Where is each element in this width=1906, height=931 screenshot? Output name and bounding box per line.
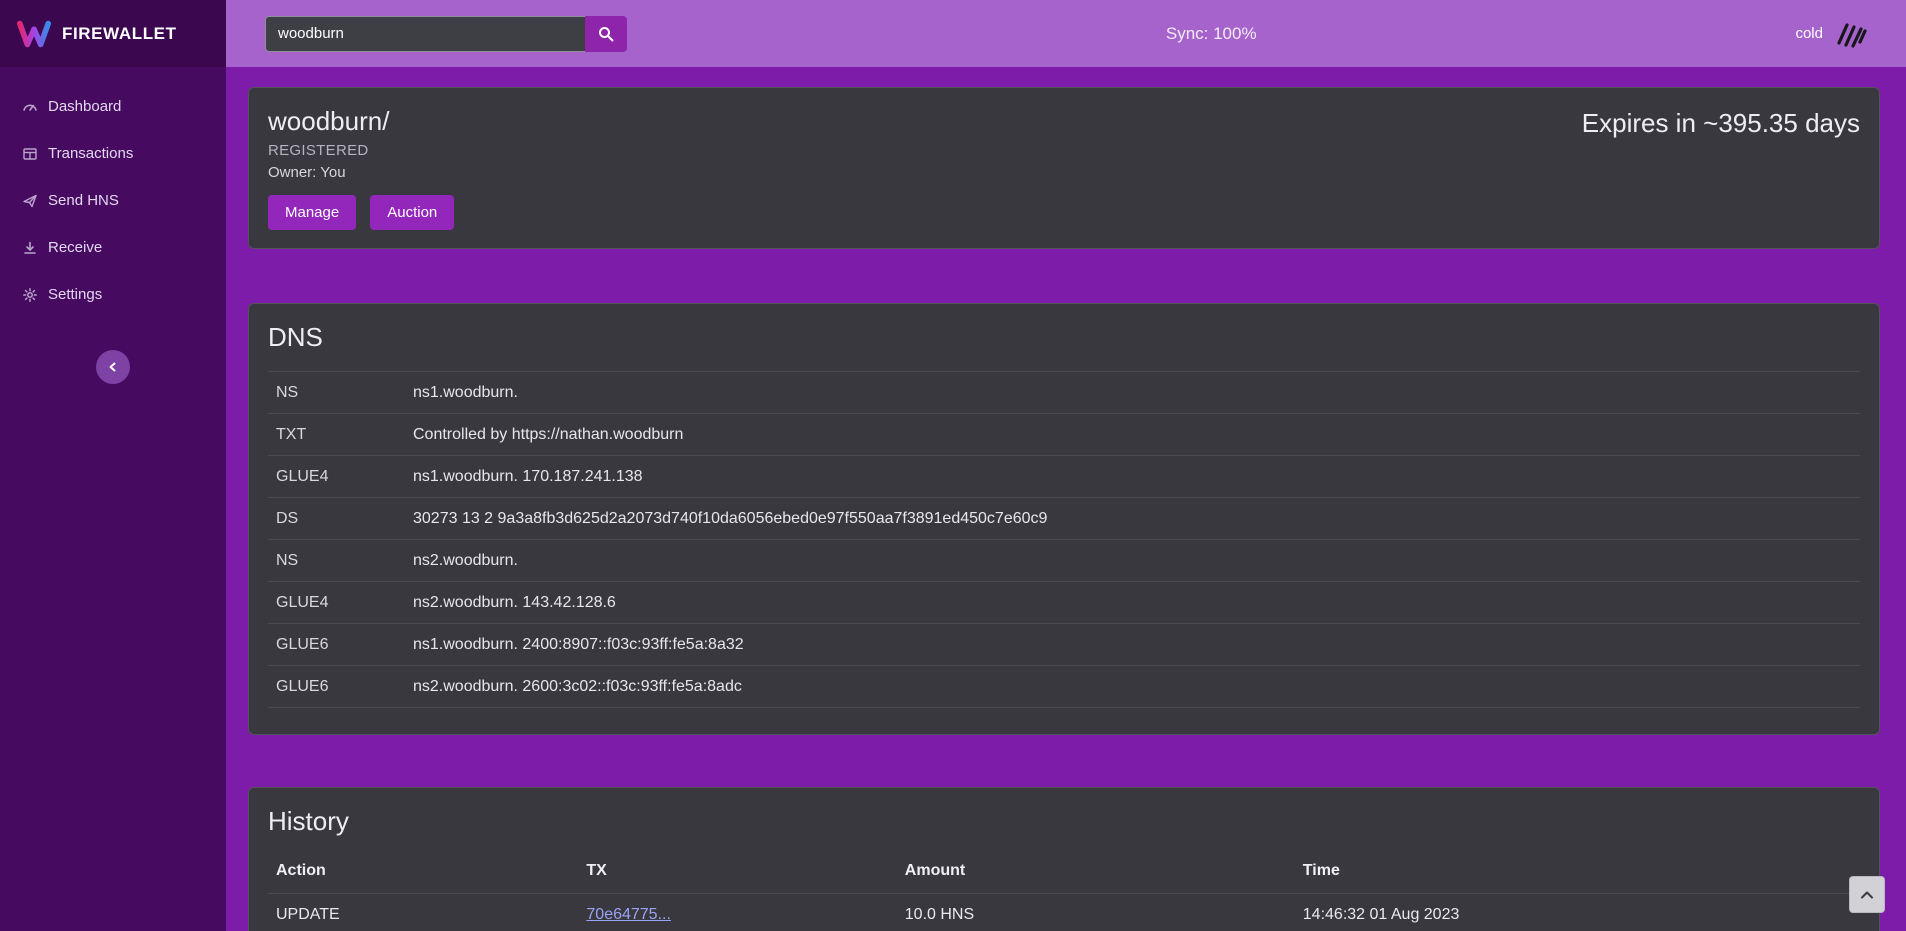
manage-button[interactable]: Manage xyxy=(268,195,356,230)
dns-card: DNS NS ns1.woodburn. TXT Controlled by h… xyxy=(248,303,1880,735)
tx-link[interactable]: 70e64775... xyxy=(586,906,671,923)
sidebar-item-label: Dashboard xyxy=(48,98,121,115)
content-area: woodburn/ REGISTERED Owner: You Manage A… xyxy=(226,67,1906,931)
dns-row: GLUE6 ns1.woodburn. 2400:8907::f03c:93ff… xyxy=(268,623,1860,665)
sidebar-item-send-hns[interactable]: Send HNS xyxy=(0,177,226,224)
domain-expiry: Expires in ~395.35 days xyxy=(1582,106,1860,139)
domain-status-badge: REGISTERED xyxy=(268,142,454,159)
sidebar-item-transactions[interactable]: Transactions xyxy=(0,130,226,177)
dns-row: GLUE4 ns2.woodburn. 143.42.128.6 xyxy=(268,581,1860,623)
dns-row: TXT Controlled by https://nathan.woodbur… xyxy=(268,413,1860,455)
dns-record-value: ns1.woodburn. 2400:8907::f03c:93ff:fe5a:… xyxy=(413,636,744,654)
receive-icon xyxy=(22,240,38,256)
domain-card: woodburn/ REGISTERED Owner: You Manage A… xyxy=(248,87,1880,249)
dns-row: NS ns2.woodburn. xyxy=(268,539,1860,581)
dns-record-value: ns1.woodburn. 170.187.241.138 xyxy=(413,468,643,486)
domain-owner: Owner: You xyxy=(268,164,454,181)
domain-actions: Manage Auction xyxy=(268,195,454,230)
dns-record-value: ns1.woodburn. xyxy=(413,384,518,402)
dns-record-value: 30273 13 2 9a3a8fb3d625d2a2073d740f10da6… xyxy=(413,510,1047,528)
dns-row: GLUE4 ns1.woodburn. 170.187.241.138 xyxy=(268,455,1860,497)
history-time: 14:46:32 01 Aug 2023 xyxy=(1303,906,1860,924)
brand-name: FIREWALLET xyxy=(62,24,177,44)
chevron-left-icon xyxy=(107,361,119,373)
dns-record-type: DS xyxy=(268,510,413,528)
history-col-time: Time xyxy=(1303,862,1860,880)
dns-row: GLUE6 ns2.woodburn. 2600:3c02::f03c:93ff… xyxy=(268,665,1860,707)
topbar: Sync: 100% cold xyxy=(226,0,1906,67)
sidebar-item-label: Settings xyxy=(48,286,102,303)
dns-record-type: NS xyxy=(268,552,413,570)
history-row: UPDATE 70e64775... 10.0 HNS 14:46:32 01 … xyxy=(268,893,1860,931)
dns-record-value: ns2.woodburn. xyxy=(413,552,518,570)
dns-table: NS ns1.woodburn. TXT Controlled by https… xyxy=(268,371,1860,708)
domain-name: woodburn/ xyxy=(268,106,454,137)
send-icon xyxy=(22,193,38,209)
wallet-hand-logo-icon xyxy=(1834,20,1868,48)
search-input[interactable] xyxy=(265,16,585,52)
history-action: UPDATE xyxy=(268,906,586,924)
auction-button[interactable]: Auction xyxy=(370,195,454,230)
dns-record-value: ns2.woodburn. 143.42.128.6 xyxy=(413,594,616,612)
history-table-header: Action TX Amount Time xyxy=(268,849,1860,893)
history-title: History xyxy=(268,806,1860,837)
main-area: Sync: 100% cold woodburn/ REGISTERED Own… xyxy=(226,0,1906,931)
domain-info: woodburn/ REGISTERED Owner: You Manage A… xyxy=(268,106,454,230)
dns-record-value: ns2.woodburn. 2600:3c02::f03c:93ff:fe5a:… xyxy=(413,678,742,696)
sync-status: Sync: 100% xyxy=(627,24,1795,44)
wallet-mode-label: cold xyxy=(1795,25,1823,42)
dashboard-icon xyxy=(22,99,38,115)
dns-record-type: GLUE4 xyxy=(268,594,413,612)
dns-record-type: GLUE6 xyxy=(268,636,413,654)
sidebar-item-settings[interactable]: Settings xyxy=(0,271,226,318)
search-button[interactable] xyxy=(585,16,627,52)
settings-icon xyxy=(22,287,38,303)
history-col-tx: TX xyxy=(586,862,904,880)
sidebar-item-label: Transactions xyxy=(48,145,133,162)
dns-row: DS 30273 13 2 9a3a8fb3d625d2a2073d740f10… xyxy=(268,497,1860,539)
brand: FIREWALLET xyxy=(0,0,226,67)
sidebar-item-label: Send HNS xyxy=(48,192,119,209)
dns-title: DNS xyxy=(268,322,1860,353)
topbar-right: cold xyxy=(1795,20,1868,48)
transactions-icon xyxy=(22,146,38,162)
scroll-to-top-button[interactable] xyxy=(1849,876,1885,913)
sidebar-item-dashboard[interactable]: Dashboard xyxy=(0,83,226,130)
history-card: History Action TX Amount Time UPDATE 70e… xyxy=(248,787,1880,931)
history-table: Action TX Amount Time UPDATE 70e64775...… xyxy=(268,849,1860,931)
dns-record-type: NS xyxy=(268,384,413,402)
sidebar-collapse-button[interactable] xyxy=(96,350,130,384)
history-amount: 10.0 HNS xyxy=(905,906,1303,924)
search-icon xyxy=(598,26,614,42)
dns-row: NS ns1.woodburn. xyxy=(268,371,1860,413)
history-table-body: UPDATE 70e64775... 10.0 HNS 14:46:32 01 … xyxy=(268,893,1860,931)
sidebar-item-receive[interactable]: Receive xyxy=(0,224,226,271)
chevron-up-icon xyxy=(1859,889,1875,901)
sidebar-item-label: Receive xyxy=(48,239,102,256)
dns-record-type: GLUE6 xyxy=(268,678,413,696)
search-group xyxy=(265,16,627,52)
dns-record-type: GLUE4 xyxy=(268,468,413,486)
sidebar-menu: Dashboard Transactions Send HNS xyxy=(0,67,226,318)
history-col-action: Action xyxy=(268,862,586,880)
sidebar: FIREWALLET Dashboard Transactions xyxy=(0,0,226,931)
dns-record-value: Controlled by https://nathan.woodburn xyxy=(413,426,683,444)
dns-record-type: TXT xyxy=(268,426,413,444)
history-col-amount: Amount xyxy=(905,862,1303,880)
firewallet-logo-icon xyxy=(16,19,52,49)
